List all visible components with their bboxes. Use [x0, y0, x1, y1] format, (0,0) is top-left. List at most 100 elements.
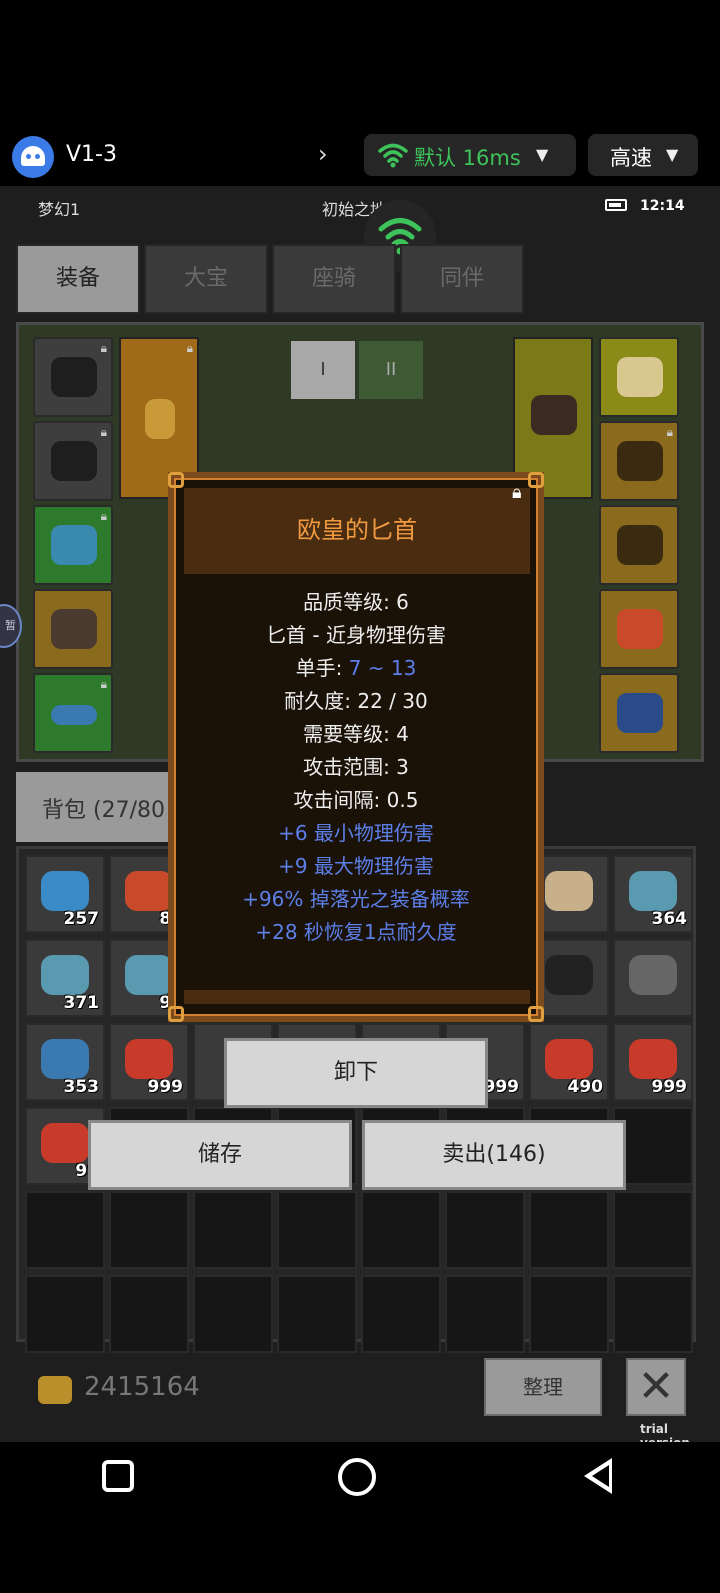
item-attack-range: 攻击范围: 3	[303, 755, 409, 779]
tab-equipment[interactable]: 装备	[16, 244, 140, 314]
caret-down-icon: ▼	[536, 145, 549, 164]
equip-slot-boots[interactable]	[33, 589, 113, 669]
store-button[interactable]: 储存	[88, 1120, 352, 1190]
item-quantity: 364	[651, 909, 688, 929]
bag-slot[interactable]	[25, 1191, 105, 1269]
bag-slot[interactable]: 364	[613, 855, 693, 933]
item-icon	[125, 955, 173, 995]
item-quantity: 999	[147, 1077, 184, 1097]
bag-slot[interactable]: 490	[529, 1023, 609, 1101]
bag-slot[interactable]	[445, 1191, 525, 1269]
recents-icon[interactable]	[102, 1460, 134, 1492]
tab-mount[interactable]: 座骑	[272, 244, 396, 314]
gold-amount: 2415164	[84, 1372, 200, 1402]
bag-slot[interactable]	[613, 939, 693, 1017]
item-bonus: +96% 掉落光之装备概率	[242, 887, 470, 911]
tooltip-footer	[184, 990, 530, 1004]
chevron-right-icon[interactable]: ›	[318, 140, 328, 168]
home-icon[interactable]	[338, 1458, 376, 1496]
tab-treasure[interactable]: 大宝	[144, 244, 268, 314]
item-tooltip: 欧皇的匕首 🔒︎ 品质等级: 6 匕首 - 近身物理伤害 单手: 7 ~ 13 …	[168, 472, 544, 1022]
item-durability: 耐久度: 22 / 30	[284, 689, 428, 713]
equip-slot-ring-2[interactable]	[599, 505, 679, 585]
navigation-bar	[0, 1442, 720, 1593]
item-icon	[41, 1039, 89, 1079]
close-button[interactable]: ✕	[626, 1358, 686, 1416]
item-quantity: 999	[651, 1077, 688, 1097]
gold-coins-icon	[38, 1376, 72, 1404]
back-icon-inner	[592, 1465, 609, 1487]
bag-slot[interactable]	[529, 1191, 609, 1269]
bag-slot[interactable]: 257	[25, 855, 105, 933]
item-icon	[629, 1039, 677, 1079]
damage-value: 7 ~ 13	[348, 656, 417, 680]
item-bonus: +28 秒恢复1点耐久度	[255, 920, 457, 944]
bag-slot[interactable]	[529, 1275, 609, 1353]
sort-button[interactable]: 整理	[484, 1358, 602, 1416]
bag-slot[interactable]	[277, 1191, 357, 1269]
bag-slot[interactable]	[193, 1191, 273, 1269]
bag-slot[interactable]	[613, 1191, 693, 1269]
bag-slot[interactable]	[193, 1275, 273, 1353]
bag-slot[interactable]: 371	[25, 939, 105, 1017]
speed-selector[interactable]: 高速 ▼	[588, 134, 698, 176]
bag-slot[interactable]: 999	[109, 1023, 189, 1101]
equip-slot-belt[interactable]: 🔒︎	[33, 673, 113, 753]
clock: 12:14	[640, 198, 685, 214]
bag-slot[interactable]	[109, 1275, 189, 1353]
item-bonus: +6 最小物理伤害	[278, 821, 434, 845]
wifi-icon	[378, 143, 408, 168]
bag-slot[interactable]	[109, 1191, 189, 1269]
item-icon	[41, 871, 89, 911]
item-required-level: 需要等级: 4	[303, 722, 409, 746]
item-icon	[125, 1039, 173, 1079]
caret-down-icon: ▼	[666, 145, 679, 164]
speed-label: 高速	[610, 146, 652, 170]
equip-slot-amulet[interactable]	[599, 337, 679, 417]
network-selector[interactable]: 默认 16ms ▼	[364, 134, 576, 176]
item-type: 匕首 - 近身物理伤害	[266, 623, 446, 647]
equip-slot-gloves[interactable]: 🔒︎	[33, 505, 113, 585]
unequip-button[interactable]: 卸下	[224, 1038, 488, 1108]
sell-button[interactable]: 卖出(146)	[362, 1120, 626, 1190]
item-quantity: 257	[63, 909, 100, 929]
item-quality: 品质等级: 6	[303, 590, 409, 614]
player-name: 梦幻1	[38, 200, 81, 219]
item-icon	[41, 1123, 89, 1163]
equip-slot-pet[interactable]	[599, 589, 679, 669]
equip-slot-helmet[interactable]: 🔒︎	[33, 337, 113, 417]
bag-slot[interactable]: 353	[25, 1023, 105, 1101]
bag-slot[interactable]	[277, 1275, 357, 1353]
bag-slot[interactable]: 999	[613, 1023, 693, 1101]
tab-companion[interactable]: 同伴	[400, 244, 524, 314]
bag-slot[interactable]	[361, 1275, 441, 1353]
item-icon	[545, 955, 593, 995]
equip-slot-ring-1[interactable]: 🔒︎	[599, 421, 679, 501]
bag-slot[interactable]	[361, 1191, 441, 1269]
page-button-2[interactable]: II	[359, 341, 423, 399]
item-quantity: 371	[63, 993, 100, 1013]
equip-slot-book[interactable]	[599, 673, 679, 753]
tooltip-header: 欧皇的匕首	[184, 488, 530, 574]
item-damage: 单手: 7 ~ 13	[174, 652, 538, 681]
page-button-1[interactable]: I	[291, 341, 355, 399]
item-icon	[545, 1039, 593, 1079]
android-app-icon[interactable]	[12, 136, 54, 178]
game-screen: 梦幻1 初始之地 12:14 装备 大宝 座骑 同伴 🔒︎ 🔒︎ 🔒︎ 🔒︎ 🔒…	[0, 186, 720, 1450]
item-quantity: 490	[567, 1077, 604, 1097]
lock-icon[interactable]: 🔒︎	[512, 482, 522, 503]
item-icon	[629, 955, 677, 995]
bag-slot[interactable]	[445, 1275, 525, 1353]
equip-slot-armor[interactable]: 🔒︎	[33, 421, 113, 501]
app-bar: V1-3 › 默认 16ms ▼ 高速 ▼	[0, 130, 720, 186]
item-name: 欧皇的匕首	[297, 516, 417, 544]
hand-label: 单手:	[295, 656, 349, 680]
battery-icon	[605, 199, 627, 211]
bag-slot[interactable]	[25, 1275, 105, 1353]
bag-slot[interactable]	[613, 1275, 693, 1353]
screen: V1-3 › 默认 16ms ▼ 高速 ▼ 梦幻1 初始之地 12:14 装备 …	[0, 0, 720, 1593]
item-icon	[545, 871, 593, 911]
app-title: V1-3	[66, 142, 117, 167]
item-bonus: +9 最大物理伤害	[278, 854, 434, 878]
bag-header: 背包 (27/80	[16, 772, 176, 842]
